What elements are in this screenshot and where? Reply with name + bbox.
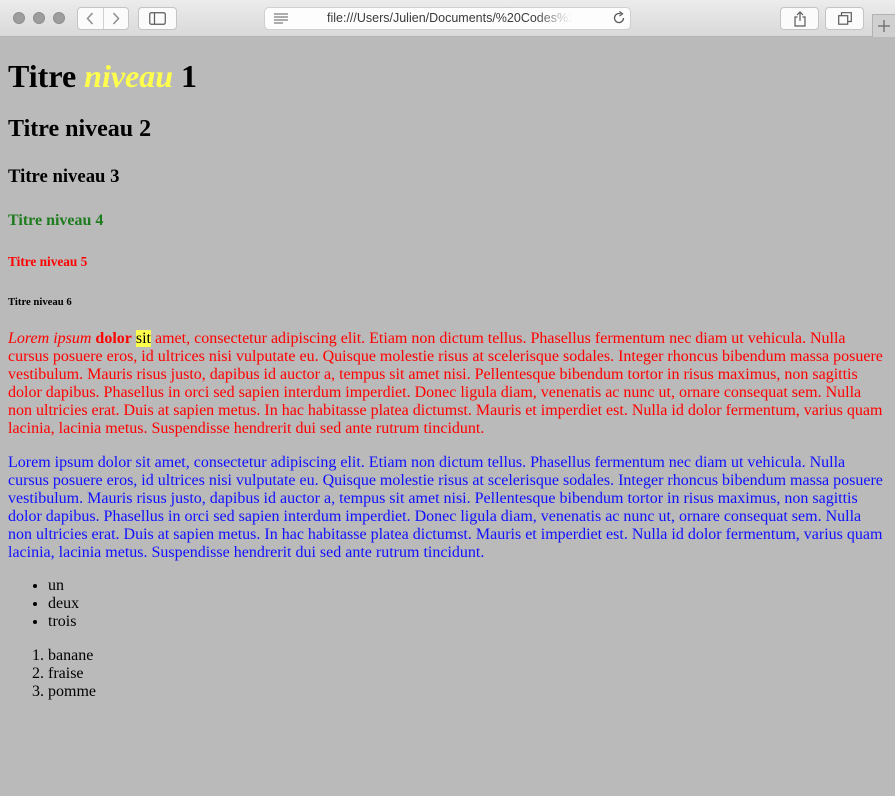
paragraph-blue: Lorem ipsum dolor sit amet, consectetur … [8, 454, 883, 561]
paragraph-strong: dolor [95, 330, 132, 347]
tabs-overview-button[interactable] [825, 7, 864, 30]
ordered-list: banane fraise pomme [8, 647, 887, 701]
list-item: un [48, 577, 887, 595]
reader-icon[interactable] [274, 13, 288, 27]
list-item: banane [48, 647, 887, 665]
list-item: pomme [48, 683, 887, 701]
back-button[interactable] [78, 8, 103, 29]
heading-level-3: Titre niveau 3 [8, 166, 120, 187]
page-content: Titre niveau 1 Titre niveau 2 Titre nive… [0, 58, 895, 701]
forward-button[interactable] [102, 8, 129, 29]
heading-level-1: Titre niveau 1 [8, 58, 887, 95]
plus-icon [878, 20, 890, 32]
list-item: trois [48, 613, 887, 631]
forward-arrow-icon [112, 12, 120, 25]
share-button[interactable] [780, 7, 819, 30]
paragraph-red: Lorem ipsum dolor sit amet, consectetur … [8, 330, 887, 438]
window-close-button[interactable] [13, 12, 25, 24]
browser-toolbar: file:///Users/Julien/Documents/%20Codes%… [0, 0, 895, 37]
window-minimize-button[interactable] [33, 12, 45, 24]
sidebar-icon [149, 12, 166, 25]
heading-level-4: Titre niveau 4 [8, 212, 104, 229]
heading-level-6: Titre niveau 6 [8, 296, 72, 308]
heading-level-2: Titre niveau 2 [8, 116, 152, 142]
heading-level-5: Titre niveau 5 [8, 254, 88, 269]
reload-icon[interactable] [612, 10, 626, 28]
address-bar[interactable]: file:///Users/Julien/Documents/%20Codes%… [264, 7, 631, 30]
paragraph-highlight: sit [135, 330, 151, 347]
back-arrow-icon [86, 12, 94, 25]
list-item: deux [48, 595, 887, 613]
share-icon [793, 10, 806, 27]
window-zoom-button[interactable] [53, 12, 65, 24]
list-item: fraise [48, 665, 887, 683]
heading-1-text-end: 1 [173, 58, 198, 94]
new-tab-button[interactable] [872, 14, 895, 37]
unordered-list: un deux trois [8, 577, 887, 631]
heading-1-text-start: Titre [8, 58, 85, 94]
sidebar-button[interactable] [138, 7, 177, 30]
heading-1-emphasis: niveau [84, 58, 174, 94]
url-text[interactable]: file:///Users/Julien/Documents/%20Codes%… [327, 11, 572, 25]
paragraph-emphasis: Lorem ipsum [8, 330, 92, 347]
tabs-icon [837, 12, 852, 25]
navigation-buttons [77, 7, 129, 30]
